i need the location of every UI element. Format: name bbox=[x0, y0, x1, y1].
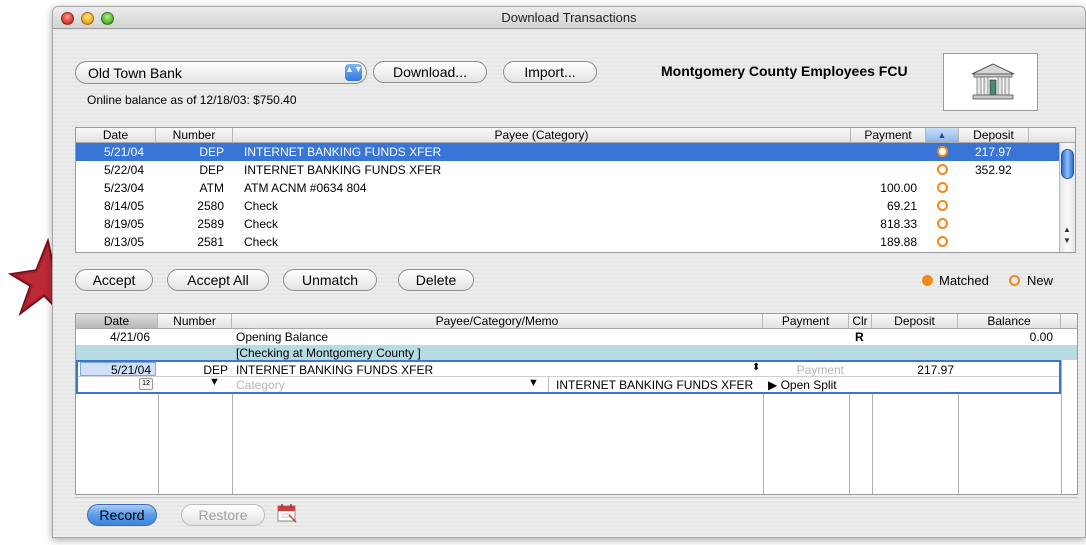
new-legend-label: New bbox=[1027, 273, 1054, 288]
new-status-icon bbox=[937, 218, 948, 229]
table-row[interactable]: 8/13/05 2581 Check 189.88 bbox=[76, 233, 1060, 251]
table-row[interactable]: 5/23/04 ATM ATM ACNM #0634 804 100.00 bbox=[76, 179, 1060, 197]
edit-category-field[interactable]: Category bbox=[236, 378, 285, 392]
col-header-deposit[interactable]: Deposit bbox=[959, 128, 1029, 143]
edit-date-field[interactable]: 5/21/04 bbox=[80, 362, 156, 377]
edit-payee-field[interactable]: INTERNET BANKING FUNDS XFER bbox=[236, 363, 433, 377]
new-status-icon bbox=[937, 200, 948, 211]
new-status-icon bbox=[937, 182, 948, 193]
scroll-up-arrow-icon[interactable]: ▲ bbox=[1063, 225, 1071, 234]
register-edit-row[interactable]: 5/21/04 DEP INTERNET BANKING FUNDS XFER … bbox=[76, 360, 1061, 394]
reg-col-header-payment[interactable]: Payment bbox=[763, 314, 849, 329]
download-transactions-window: Download Transactions Old Town Bank ▲▼ D… bbox=[52, 6, 1086, 538]
download-button[interactable]: Download... bbox=[373, 61, 487, 83]
unmatch-button[interactable]: Unmatch bbox=[283, 269, 377, 291]
table-row[interactable]: 8/19/05 2589 Check 818.33 bbox=[76, 215, 1060, 233]
title-bar[interactable]: Download Transactions bbox=[53, 7, 1085, 29]
record-button[interactable]: Record bbox=[87, 504, 157, 526]
reg-col-header-blank bbox=[1061, 314, 1077, 329]
col-header-status-sort[interactable]: ▲ bbox=[926, 128, 959, 143]
accept-button[interactable]: Accept bbox=[75, 269, 153, 291]
delete-button[interactable]: Delete bbox=[398, 269, 474, 291]
col-header-blank bbox=[1029, 128, 1075, 143]
new-status-icon bbox=[937, 164, 948, 175]
edit-row-bottom: 12 ▼ Category ▼ INTERNET BANKING FUNDS X… bbox=[78, 376, 1059, 392]
col-header-payee[interactable]: Payee (Category) bbox=[233, 128, 851, 143]
new-legend-icon bbox=[1009, 275, 1020, 286]
open-split-button[interactable]: ▶ Open Split bbox=[768, 378, 837, 392]
matched-legend-icon bbox=[922, 275, 933, 286]
scroll-down-arrow-icon[interactable]: ▼ bbox=[1063, 236, 1071, 245]
register-row-account[interactable]: [Checking at Montgomery County ] bbox=[76, 345, 1077, 360]
bottom-divider bbox=[75, 497, 1078, 498]
reg-col-header-deposit[interactable]: Deposit bbox=[872, 314, 958, 329]
bank-logo-box bbox=[943, 53, 1038, 111]
col-header-date[interactable]: Date bbox=[76, 128, 156, 143]
register-row-opening[interactable]: 4/21/06 Opening Balance R 0.00 bbox=[76, 329, 1077, 345]
payee-stepper-icon[interactable]: ⬍ bbox=[752, 362, 760, 373]
account-popup[interactable]: Old Town Bank ▲▼ bbox=[75, 61, 367, 84]
field-divider bbox=[548, 377, 549, 392]
online-balance-text: Online balance as of 12/18/03: $750.40 bbox=[87, 93, 297, 107]
edit-deposit-field[interactable]: 217.97 bbox=[874, 363, 954, 377]
table-row[interactable]: 5/22/04 DEP INTERNET BANKING FUNDS XFER … bbox=[76, 161, 1060, 179]
institution-name: Montgomery County Employees FCU bbox=[661, 63, 908, 79]
table-row[interactable]: 8/14/05 2580 Check 69.21 bbox=[76, 197, 1060, 215]
edit-number-field[interactable]: DEP bbox=[158, 363, 228, 377]
accept-all-button[interactable]: Accept All bbox=[167, 269, 269, 291]
category-dropdown-arrow-icon[interactable]: ▼ bbox=[528, 377, 539, 389]
reg-col-header-clr[interactable]: Clr bbox=[849, 314, 872, 329]
table-scrollbar[interactable]: ▲ ▼ bbox=[1059, 143, 1075, 252]
window-title: Download Transactions bbox=[501, 10, 637, 25]
account-popup-value: Old Town Bank bbox=[88, 65, 182, 81]
reg-col-header-balance[interactable]: Balance bbox=[958, 314, 1061, 329]
new-status-icon bbox=[937, 236, 948, 247]
register-table: Date Number Payee/Category/Memo Payment … bbox=[75, 313, 1078, 495]
calendar-schedule-icon[interactable] bbox=[275, 501, 299, 525]
restore-button[interactable]: Restore bbox=[181, 504, 265, 526]
number-dropdown-arrow-icon[interactable]: ▼ bbox=[209, 376, 220, 388]
reg-col-header-payee[interactable]: Payee/Category/Memo bbox=[232, 314, 763, 329]
calendar-icon[interactable]: 12 bbox=[139, 378, 153, 390]
edit-payment-field[interactable]: Payment bbox=[766, 363, 844, 377]
downloaded-transactions-table: Date Number Payee (Category) Payment ▲ D… bbox=[75, 127, 1076, 253]
table-row[interactable]: 5/21/04 DEP INTERNET BANKING FUNDS XFER … bbox=[76, 143, 1060, 161]
edit-memo-field[interactable]: INTERNET BANKING FUNDS XFER bbox=[556, 378, 753, 392]
col-header-number[interactable]: Number bbox=[156, 128, 233, 143]
reg-col-header-number[interactable]: Number bbox=[158, 314, 232, 329]
scrollbar-thumb[interactable] bbox=[1061, 149, 1074, 179]
new-status-icon bbox=[937, 146, 948, 157]
reg-col-header-date[interactable]: Date bbox=[76, 314, 158, 329]
edit-row-top: 5/21/04 DEP INTERNET BANKING FUNDS XFER … bbox=[78, 362, 1059, 377]
popup-arrows-icon: ▲▼ bbox=[345, 64, 363, 81]
import-button[interactable]: Import... bbox=[503, 61, 597, 83]
bank-building-icon bbox=[971, 63, 1015, 100]
matched-legend-label: Matched bbox=[939, 273, 989, 288]
col-header-payment[interactable]: Payment bbox=[851, 128, 926, 143]
